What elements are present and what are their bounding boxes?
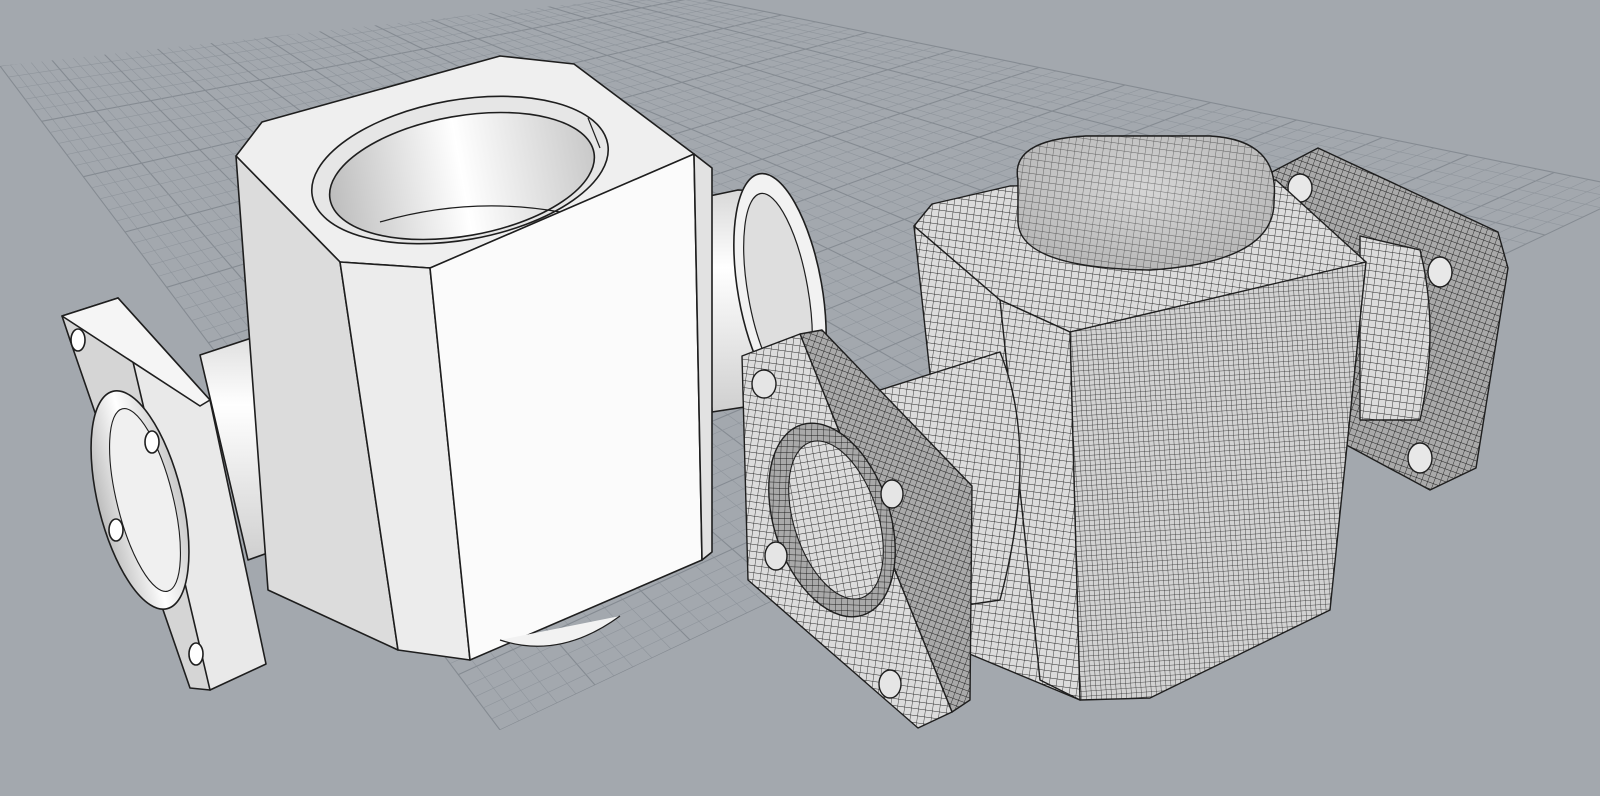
left-flange-hole bbox=[108, 518, 124, 542]
viewport-canvas[interactable] bbox=[0, 0, 1600, 796]
mesh-back-flange-hole bbox=[1427, 256, 1453, 288]
mesh-top-dome-shell bbox=[1016, 135, 1276, 271]
mesh-front-flange-hole bbox=[751, 369, 777, 399]
mesh-front-flange-hole bbox=[764, 541, 788, 571]
left-flange-hole bbox=[144, 430, 160, 454]
mesh-front-flange-hole bbox=[878, 669, 902, 699]
left-flange-hole bbox=[188, 642, 204, 666]
left-flange-hole bbox=[70, 328, 86, 352]
mesh-front-flange-hole bbox=[880, 479, 904, 509]
3d-viewport[interactable] bbox=[0, 0, 1600, 796]
mesh-back-flange-hole bbox=[1407, 442, 1433, 474]
mesh-body-front-face bbox=[1069, 261, 1367, 701]
mesh-back-pipe bbox=[1359, 235, 1431, 421]
valve-body-mesh[interactable] bbox=[741, 135, 1509, 729]
